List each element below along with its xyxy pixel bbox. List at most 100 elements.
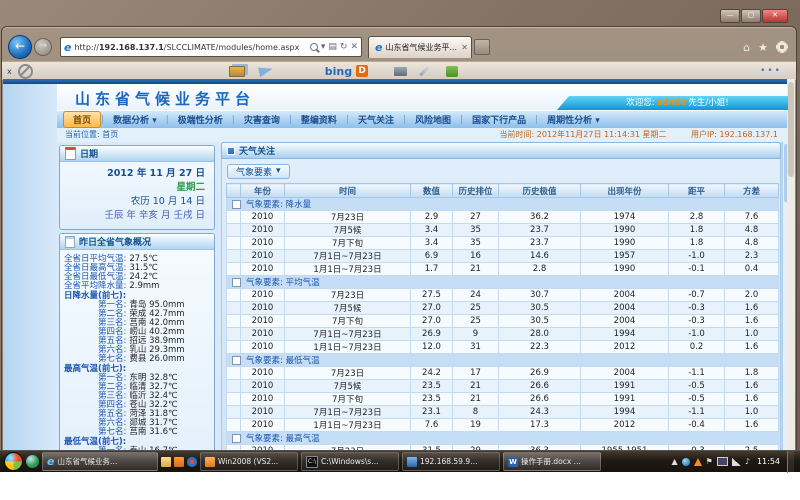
- table-cell: 30.5: [499, 315, 581, 328]
- menu-item-7[interactable]: 风险地图: [406, 112, 460, 127]
- display-icon[interactable]: [717, 457, 728, 466]
- camera-icon[interactable]: [394, 67, 407, 76]
- table-group-row[interactable]: 气象要素: 最高气温: [227, 432, 779, 445]
- network-signal-icon[interactable]: [732, 458, 741, 466]
- taskbar-window-button-vm[interactable]: Win2008 (VS2...: [200, 452, 298, 471]
- green-app-icon[interactable]: [446, 66, 458, 77]
- tray-expand-icon[interactable]: ▲: [672, 457, 678, 466]
- table-cell: 1.0: [725, 406, 779, 419]
- row-blank-cell: [227, 315, 241, 328]
- maximize-button[interactable]: ▢: [741, 9, 761, 23]
- url-text[interactable]: http://192.168.137.1/SLCCLIMATE/modules/…: [74, 43, 309, 52]
- action-center-flag-icon[interactable]: ⚑: [706, 457, 713, 466]
- chevron-down-icon: ▾: [276, 166, 281, 176]
- taskbar-window-button-word[interactable]: W操作手册.docx ...: [503, 452, 601, 471]
- volume-icon[interactable]: ♪: [745, 457, 750, 466]
- taskbar-window-button-rdp[interactable]: 192.168.59.99...: [402, 452, 500, 471]
- column-header: 方差: [725, 184, 779, 198]
- ie-icon: e: [47, 455, 54, 468]
- table-cell: 2.8: [499, 263, 581, 276]
- group-checkbox[interactable]: [232, 200, 241, 209]
- wallet-cards-icon[interactable]: [229, 66, 245, 77]
- menu-item-8[interactable]: 国家下行产品: [463, 112, 535, 127]
- table-cell: 7月下旬: [285, 315, 411, 328]
- table-cell: 26.9: [499, 367, 581, 380]
- home-icon[interactable]: ⌂: [743, 41, 750, 54]
- group-checkbox[interactable]: [232, 434, 241, 443]
- menu-item-5[interactable]: 整编资料: [292, 112, 346, 127]
- menu-item-4[interactable]: 灾害查询: [235, 112, 289, 127]
- table-cell: -0.5: [669, 393, 725, 406]
- search-icon[interactable]: [310, 43, 318, 51]
- taskbar-button-label: 操作手册.docx ...: [521, 456, 581, 467]
- address-bar[interactable]: e http://192.168.137.1/SLCCLIMATE/module…: [60, 37, 362, 57]
- taskbar-ie-button[interactable]: e 山东省气候业务平...: [42, 452, 158, 471]
- back-button[interactable]: ←: [8, 35, 32, 59]
- stop-icon[interactable]: ✕: [350, 42, 358, 52]
- table-cell: 2010: [241, 250, 285, 263]
- close-window-button[interactable]: ✕: [762, 9, 788, 23]
- browser-ball-icon[interactable]: [26, 455, 39, 468]
- table-cell: 22.3: [499, 341, 581, 354]
- minimize-button[interactable]: —: [720, 9, 740, 23]
- show-desktop-button[interactable]: [787, 451, 794, 473]
- table-cell: -0.1: [669, 263, 725, 276]
- menu-item-1[interactable]: 首页: [63, 111, 101, 128]
- table-row: 20107月23日2.92736.219742.87.6: [227, 211, 779, 224]
- browser-tab[interactable]: e 山东省气候业务平... ✕: [368, 36, 472, 58]
- new-tab-button[interactable]: [474, 39, 490, 55]
- group-checkbox[interactable]: [232, 278, 241, 287]
- toolbar-overflow-icon[interactable]: •••: [760, 66, 782, 76]
- table-cell: 2010: [241, 315, 285, 328]
- start-button[interactable]: [4, 452, 23, 471]
- menu-item-9[interactable]: 周期性分析 ▾: [538, 112, 609, 127]
- site-title: 山东省气候业务平台: [75, 88, 255, 109]
- wrench-icon[interactable]: [419, 66, 430, 77]
- bing-logo[interactable]: bing: [325, 65, 352, 78]
- refresh-icon[interactable]: ↻: [340, 42, 348, 52]
- table-cell: 4.8: [725, 224, 779, 237]
- group-cell: 气象要素: 最低气温: [227, 354, 779, 367]
- table-group-row[interactable]: 气象要素: 降水量: [227, 198, 779, 211]
- table-cell: 12.0: [411, 341, 453, 354]
- element-filter-button[interactable]: 气象要素 ▾: [227, 164, 290, 179]
- table-cell: 16: [453, 250, 499, 263]
- group-cell: 气象要素: 平均气温: [227, 276, 779, 289]
- table-cell: 14.6: [499, 250, 581, 263]
- media-player-icon[interactable]: [187, 457, 197, 467]
- table-cell: 31: [453, 341, 499, 354]
- compatibility-icon[interactable]: ▤: [328, 42, 337, 52]
- popup-blocked-icon[interactable]: [18, 64, 33, 79]
- taskbar-window-button-cmd[interactable]: C:\C:\Windows\s...: [301, 452, 399, 471]
- browser-scrollbar-thumb[interactable]: [788, 82, 794, 177]
- table-cell: 1.6: [725, 302, 779, 315]
- table-group-row[interactable]: 气象要素: 最低气温: [227, 354, 779, 367]
- paper-plane-icon[interactable]: [258, 65, 274, 78]
- pinned-app-icon[interactable]: [174, 457, 184, 467]
- tools-gear-icon[interactable]: [776, 41, 788, 53]
- column-header: 历史极值: [499, 184, 581, 198]
- table-row: 20107月1日~7月23日26.9928.01994-1.01.0: [227, 328, 779, 341]
- taskbar-clock[interactable]: 11:54: [757, 457, 780, 466]
- d-app-icon[interactable]: D: [356, 65, 368, 77]
- search-dropdown-icon[interactable]: ▾: [321, 42, 326, 52]
- network-globe-icon[interactable]: [682, 458, 690, 466]
- table-cell: 1.7: [411, 263, 453, 276]
- table-cell: 7月23日: [285, 211, 411, 224]
- tab-close-icon[interactable]: ✕: [461, 43, 468, 52]
- menu-item-3[interactable]: 极端性分析: [169, 112, 232, 127]
- forward-button[interactable]: →: [34, 38, 52, 56]
- table-cell: 2.9: [411, 211, 453, 224]
- menu-item-2[interactable]: 数据分析 ▾: [104, 112, 166, 127]
- favorites-star-icon[interactable]: ★: [758, 41, 768, 54]
- group-checkbox[interactable]: [232, 356, 241, 365]
- table-cell: 7月下旬: [285, 393, 411, 406]
- calendar-lunar-date: 农历 10 月 14 日: [64, 195, 205, 209]
- word-icon: W: [508, 457, 518, 467]
- table-group-row[interactable]: 气象要素: 平均气温: [227, 276, 779, 289]
- browser-scrollbar[interactable]: [787, 79, 795, 450]
- toolbar-close-icon[interactable]: x: [7, 67, 12, 76]
- explorer-folder-icon[interactable]: [161, 457, 171, 467]
- menu-item-6[interactable]: 天气关注: [349, 112, 403, 127]
- flame-app-icon[interactable]: [694, 458, 702, 466]
